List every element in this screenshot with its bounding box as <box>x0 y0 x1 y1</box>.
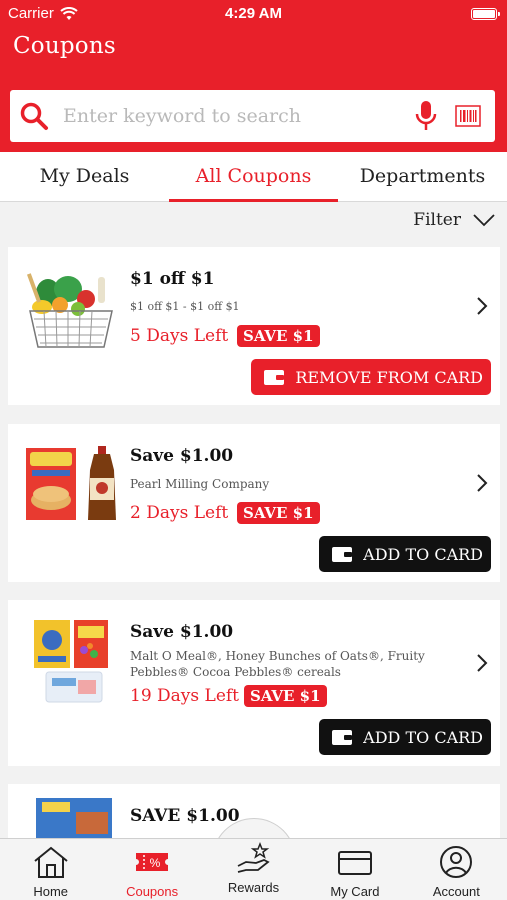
filter-button[interactable]: Filter <box>413 210 495 230</box>
microphone-icon[interactable] <box>415 100 437 132</box>
nav-label: Rewards <box>227 880 280 895</box>
cereal-boxes-image <box>34 620 108 703</box>
coupon-title: Save $1.00 <box>130 446 234 466</box>
button-label: ADD TO CARD <box>363 727 483 747</box>
add-to-card-button[interactable]: ADD TO CARD <box>319 536 491 572</box>
pancake-mix-and-syrup-image <box>26 446 116 520</box>
wallet-icon <box>332 547 353 562</box>
days-left: 19 Days Left <box>130 686 240 706</box>
home-icon <box>34 846 68 878</box>
nav-label: Coupons <box>126 884 179 899</box>
account-icon <box>440 846 473 878</box>
tab-all-coupons[interactable]: All Coupons <box>169 152 338 202</box>
nav-coupons[interactable]: % Coupons <box>101 839 202 900</box>
status-bar: Carrier 4:29 AM <box>0 0 507 28</box>
nav-home[interactable]: Home <box>0 839 101 900</box>
coupon-title: Save $1.00 <box>130 622 234 642</box>
filter-label: Filter <box>413 210 461 230</box>
coupon-icon: % <box>136 853 169 871</box>
search-input[interactable]: Enter keyword to search <box>63 105 415 127</box>
nav-account[interactable]: Account <box>406 839 507 900</box>
coupon-card[interactable]: $1 off $1 $1 off $1 - $1 off $1 5 Days L… <box>8 247 500 405</box>
coupon-card[interactable]: Save $1.00 Malt O Meal®, Honey Bunches o… <box>8 600 500 766</box>
wallet-icon <box>264 370 285 385</box>
card-icon <box>337 851 372 875</box>
status-time: 4:29 AM <box>225 5 282 22</box>
chevron-down-icon <box>473 214 495 227</box>
wallet-icon <box>332 730 353 745</box>
nav-label: Account <box>432 884 480 899</box>
coupon-description: Pearl Milling Company <box>130 477 270 491</box>
save-badge: SAVE $1 <box>237 502 320 524</box>
days-left: 5 Days Left <box>130 326 229 346</box>
chevron-right-icon[interactable] <box>476 654 488 672</box>
barcode-scan-icon[interactable] <box>455 105 481 127</box>
nav-rewards[interactable]: Rewards <box>203 839 304 900</box>
bottom-navigation: Home % Coupons Rewards My Card Account <box>0 838 507 900</box>
tab-departments[interactable]: Departments <box>338 152 507 201</box>
chevron-right-icon[interactable] <box>476 474 488 492</box>
coupon-title: SAVE $1.00 <box>130 806 240 826</box>
days-left: 2 Days Left <box>130 503 229 523</box>
butter-package-image <box>36 798 112 838</box>
save-badge: SAVE $1 <box>237 325 320 347</box>
save-badge: SAVE $1 <box>244 685 327 707</box>
search-bar[interactable]: Enter keyword to search <box>10 90 495 142</box>
search-icon[interactable] <box>19 101 49 131</box>
nav-my-card[interactable]: My Card <box>304 839 405 900</box>
remove-from-card-button[interactable]: REMOVE FROM CARD <box>251 359 491 395</box>
rewards-hand-star-icon <box>237 841 270 873</box>
coupon-tabs: My Deals All Coupons Departments <box>0 152 507 202</box>
page-title: Coupons <box>13 33 116 59</box>
svg-text:%: % <box>150 856 161 870</box>
grocery-basket-image <box>26 273 113 348</box>
coupon-description: Malt O Meal®, Honey Bunches of Oats®, Fr… <box>130 649 425 679</box>
chevron-right-icon[interactable] <box>476 297 488 315</box>
add-to-card-button[interactable]: ADD TO CARD <box>319 719 491 755</box>
coupon-card[interactable]: Save $1.00 Pearl Milling Company 2 Days … <box>8 424 500 582</box>
nav-label: Home <box>33 884 69 899</box>
battery-icon <box>471 8 500 20</box>
app-header: Carrier 4:29 AM Coupons Enter keyword to… <box>0 0 507 152</box>
tab-my-deals[interactable]: My Deals <box>0 152 169 201</box>
button-label: ADD TO CARD <box>363 544 483 564</box>
button-label: REMOVE FROM CARD <box>295 367 483 387</box>
coupon-title: $1 off $1 <box>130 269 215 289</box>
coupon-description: $1 off $1 - $1 off $1 <box>130 300 240 313</box>
nav-label: My Card <box>330 884 380 899</box>
